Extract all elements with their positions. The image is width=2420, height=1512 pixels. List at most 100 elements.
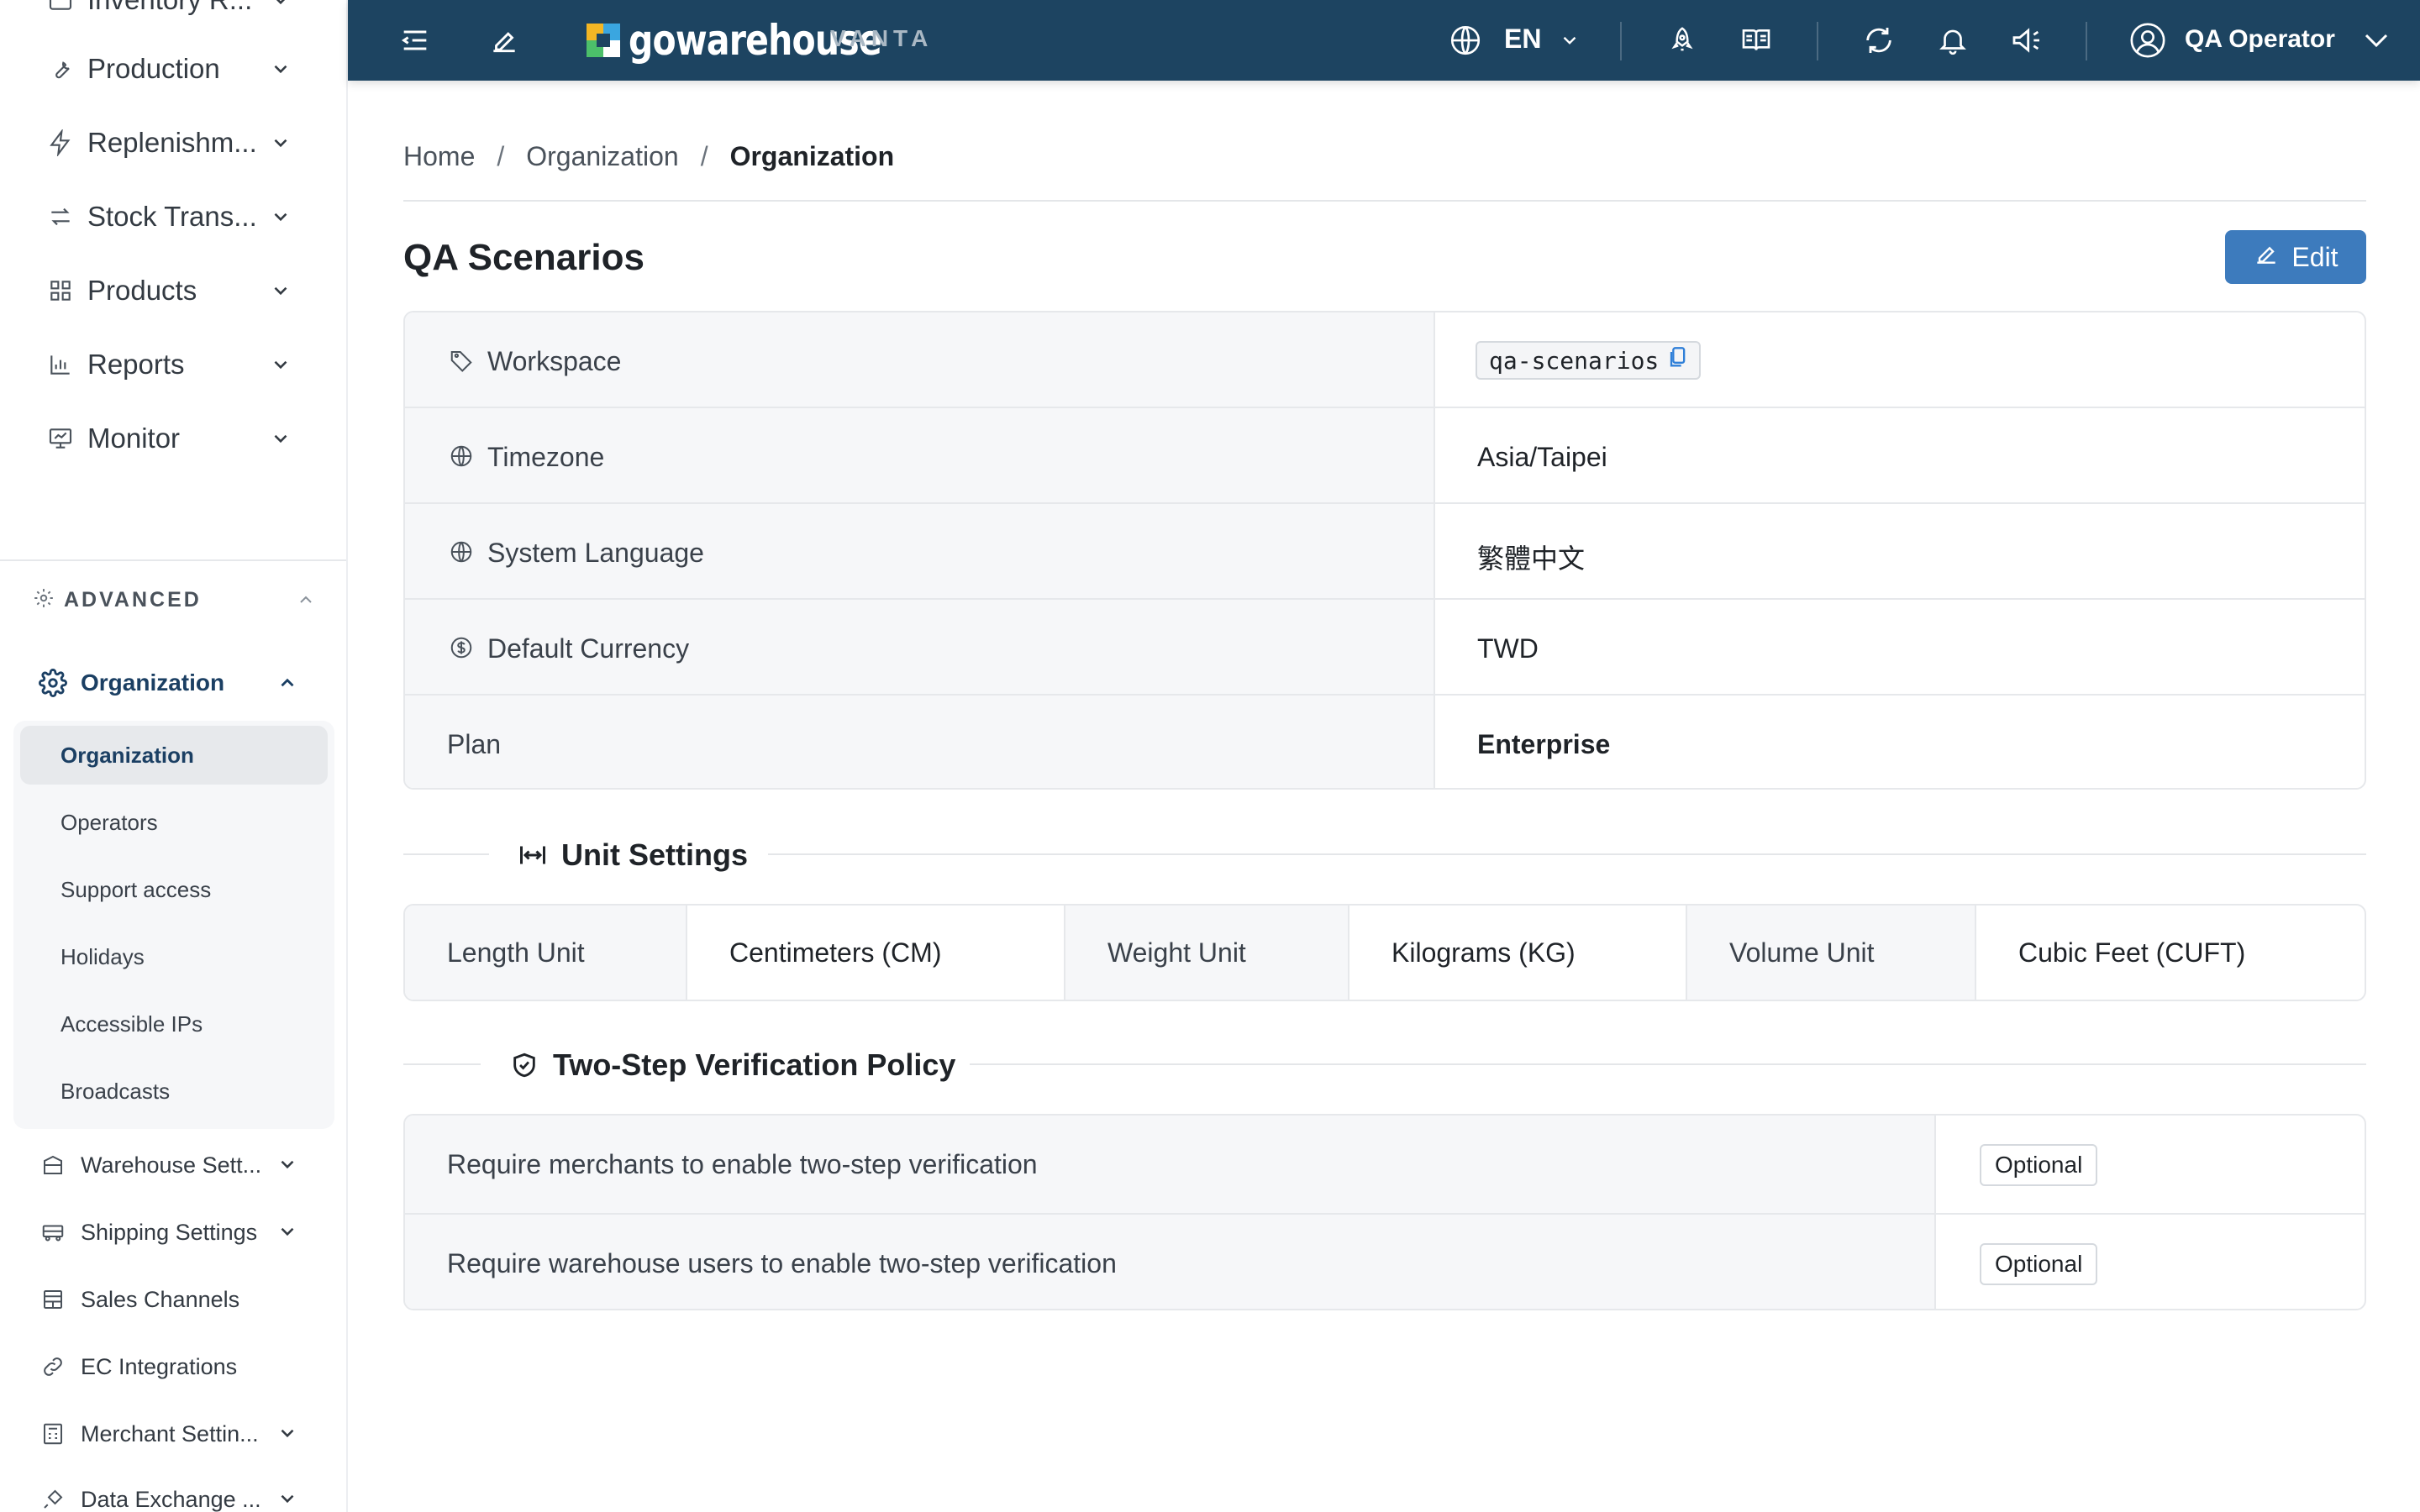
info-row-system-language: System Language 繁體中文 bbox=[405, 504, 2365, 600]
topbar-separator bbox=[1817, 22, 1818, 60]
sidebar-subitem-holidays[interactable]: Holidays bbox=[20, 927, 328, 986]
sidebar-subitem-label: Broadcasts bbox=[60, 1079, 171, 1104]
chevron-down-icon bbox=[267, 0, 294, 13]
breadcrumb: Home / Organization / Organization bbox=[403, 141, 894, 172]
sidebar-divider bbox=[0, 559, 346, 561]
section-title: Unit Settings bbox=[561, 837, 748, 872]
sidebar-item-products[interactable]: Products bbox=[0, 254, 346, 328]
language-selector[interactable]: EN bbox=[1504, 24, 1541, 55]
sidebar-subitem-organization[interactable]: Organization bbox=[20, 726, 328, 785]
advanced-label: ADVANCED bbox=[64, 588, 202, 612]
sidebar-item-data-exchange[interactable]: Data Exchange ... bbox=[0, 1467, 346, 1512]
chevron-down-icon bbox=[267, 425, 294, 452]
table-row: Require warehouse users to enable two-st… bbox=[405, 1213, 2365, 1309]
main-content: Home / Organization / Organization QA Sc… bbox=[348, 81, 2420, 1512]
sidebar-item-warehouse-settings[interactable]: Warehouse Sett... bbox=[0, 1132, 346, 1200]
sidebar: Inventory R... Production Replenishm... … bbox=[0, 0, 348, 1512]
bar-chart-icon bbox=[45, 349, 76, 380]
sidebar-item-stock-transfer[interactable]: Stock Trans... bbox=[0, 180, 346, 254]
edit-button[interactable]: Edit bbox=[2225, 230, 2366, 284]
chevron-down-icon bbox=[274, 1151, 301, 1178]
sidebar-group-organization[interactable]: Organization bbox=[0, 652, 346, 714]
length-unit-value: Centimeters (CM) bbox=[729, 937, 942, 968]
info-label: Workspace bbox=[487, 346, 622, 376]
edit-button-label: Edit bbox=[2291, 241, 2338, 272]
chevron-down-icon bbox=[274, 1485, 301, 1512]
header-divider bbox=[403, 200, 2366, 202]
sidebar-subitem-support-access[interactable]: Support access bbox=[20, 860, 328, 919]
sidebar-item-replenishment[interactable]: Replenishm... bbox=[0, 106, 346, 180]
chevron-down-icon bbox=[274, 1420, 301, 1446]
advanced-section-header[interactable]: ADVANCED bbox=[0, 575, 346, 625]
rocket-icon[interactable] bbox=[1662, 20, 1702, 60]
breadcrumb-current: Organization bbox=[729, 141, 895, 171]
sidebar-item-label: Shipping Settings bbox=[81, 1220, 258, 1245]
breadcrumb-separator: / bbox=[497, 141, 505, 171]
sidebar-group-label: Organization bbox=[81, 669, 225, 696]
refresh-icon[interactable] bbox=[1859, 20, 1899, 60]
info-label: System Language bbox=[487, 538, 704, 568]
dollar-circle-icon bbox=[447, 633, 476, 662]
chevron-down-icon bbox=[274, 1218, 301, 1245]
timezone-value: Asia/Taipei bbox=[1477, 442, 1607, 472]
weight-unit-label: Weight Unit bbox=[1107, 937, 1246, 968]
volume-unit-value: Cubic Feet (CUFT) bbox=[2018, 937, 2246, 968]
volume-unit-label: Volume Unit bbox=[1729, 937, 1875, 968]
book-icon[interactable] bbox=[1736, 20, 1776, 60]
page-title: QA Scenarios bbox=[403, 237, 644, 278]
policy-label: Require merchants to enable two-step ver… bbox=[447, 1149, 1038, 1179]
info-label: Timezone bbox=[487, 442, 605, 472]
sidebar-item-label: Data Exchange ... bbox=[81, 1487, 261, 1512]
avatar-icon[interactable] bbox=[2128, 20, 2168, 60]
user-name[interactable]: QA Operator bbox=[2185, 25, 2335, 54]
lightning-icon bbox=[45, 128, 76, 158]
chevron-down-icon[interactable] bbox=[1549, 20, 1590, 60]
copy-icon[interactable] bbox=[1667, 346, 1687, 375]
info-row-default-currency: Default Currency TWD bbox=[405, 600, 2365, 696]
store-icon bbox=[39, 1285, 67, 1314]
status-badge: Optional bbox=[1980, 1243, 2098, 1285]
topbar-separator bbox=[1620, 22, 1622, 60]
chevron-down-icon[interactable] bbox=[2356, 20, 2396, 60]
sidebar-item-label: Sales Channels bbox=[81, 1287, 240, 1312]
gear-icon bbox=[37, 667, 69, 699]
section-divider bbox=[768, 853, 2366, 855]
section-divider bbox=[970, 1063, 2366, 1065]
sidebar-item-label: Monitor bbox=[87, 423, 181, 454]
system-language-value: 繁體中文 bbox=[1477, 543, 1586, 574]
section-title: Two-Step Verification Policy bbox=[553, 1047, 956, 1082]
sidebar-item-merchant-settings[interactable]: Merchant Settin... bbox=[0, 1401, 346, 1468]
sidebar-item-label: Warehouse Sett... bbox=[81, 1152, 262, 1178]
sidebar-subitem-broadcasts[interactable]: Broadcasts bbox=[20, 1062, 328, 1121]
organization-info-table: Workspace qa-scenarios Timezone Asia/Tai… bbox=[403, 311, 2366, 790]
sidebar-item-sales-channels[interactable]: Sales Channels bbox=[0, 1267, 346, 1334]
info-label: Plan bbox=[447, 729, 502, 759]
grid-icon bbox=[45, 276, 76, 306]
bell-icon[interactable] bbox=[1933, 20, 1973, 60]
sidebar-subitem-accessible-ips[interactable]: Accessible IPs bbox=[20, 995, 328, 1053]
chevron-down-icon bbox=[267, 351, 294, 378]
breadcrumb-organization[interactable]: Organization bbox=[526, 141, 678, 172]
menu-collapse-icon[interactable] bbox=[395, 20, 435, 60]
gear-icon bbox=[32, 586, 55, 610]
topbar-separator bbox=[2086, 22, 2087, 60]
breadcrumb-home[interactable]: Home bbox=[403, 141, 475, 172]
workspace-code: qa-scenarios bbox=[1476, 341, 1702, 380]
sidebar-item-shipping-settings[interactable]: Shipping Settings bbox=[0, 1200, 346, 1267]
sidebar-item-ec-integrations[interactable]: EC Integrations bbox=[0, 1334, 346, 1401]
sidebar-subitem-label: Operators bbox=[60, 810, 158, 835]
globe-icon[interactable] bbox=[1445, 20, 1486, 60]
sidebar-item-reports[interactable]: Reports bbox=[0, 328, 346, 402]
sidebar-subitem-operators[interactable]: Operators bbox=[20, 793, 328, 852]
unit-settings-table: Length Unit Centimeters (CM) Weight Unit… bbox=[403, 904, 2366, 1001]
weight-unit-value: Kilograms (KG) bbox=[1392, 937, 1576, 968]
sidebar-item-production[interactable]: Production bbox=[0, 32, 346, 106]
sidebar-subitem-label: Holidays bbox=[60, 944, 145, 969]
megaphone-icon[interactable] bbox=[2007, 20, 2047, 60]
status-badge: Optional bbox=[1980, 1144, 2098, 1186]
length-unit-label: Length Unit bbox=[447, 937, 585, 968]
sidebar-item-label: Products bbox=[87, 275, 197, 306]
sidebar-item-label: Production bbox=[87, 53, 220, 84]
pencil-icon[interactable] bbox=[484, 20, 524, 60]
sidebar-item-monitor[interactable]: Monitor bbox=[0, 402, 346, 475]
